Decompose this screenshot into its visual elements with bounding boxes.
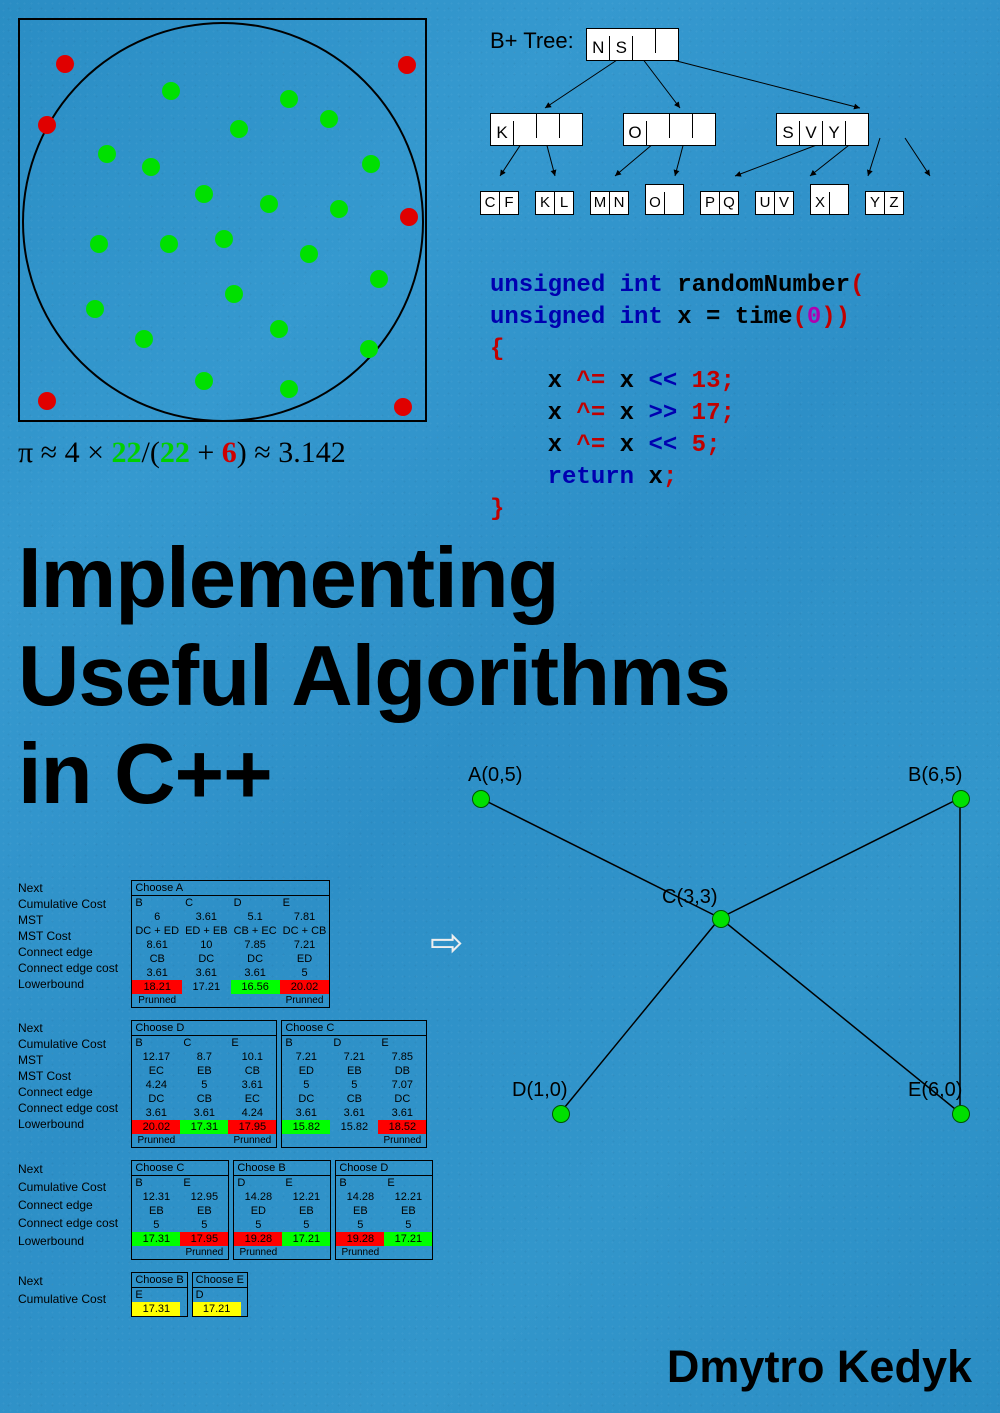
green-dot (160, 235, 178, 253)
btree-node: K (490, 113, 583, 146)
green-dot (195, 185, 213, 203)
bb-row-labels: NextCumulative CostConnect edgeConnect e… (18, 1160, 128, 1250)
red-dot (56, 55, 74, 73)
monte-carlo-diagram: π ≈ 4 × 22/(22 + 6) ≈ 3.142 (18, 18, 427, 470)
graph-node (712, 910, 730, 928)
btree-node: O (645, 184, 684, 215)
green-dot (225, 285, 243, 303)
green-dot (135, 330, 153, 348)
green-dot (330, 200, 348, 218)
green-dot (300, 245, 318, 263)
graph-diagram: A(0,5) B(6,5) C(3,3) D(1,0) E(6,0) (460, 760, 980, 1150)
green-dot (260, 195, 278, 213)
green-dot (142, 158, 160, 176)
green-dot (98, 145, 116, 163)
green-dot (90, 235, 108, 253)
green-dot (280, 90, 298, 108)
red-dot (400, 208, 418, 226)
graph-node (552, 1105, 570, 1123)
graph-node-label: C(3,3) (662, 886, 718, 909)
green-dot (230, 120, 248, 138)
graph-node-label: D(1,0) (512, 1079, 568, 1102)
mc-circle (22, 22, 424, 422)
btree-node: MN (590, 191, 629, 215)
bb-table: Choose ED17.21 (192, 1272, 248, 1317)
green-dot (360, 340, 378, 358)
green-dot (162, 82, 180, 100)
red-dot (398, 56, 416, 74)
green-dot (215, 230, 233, 248)
btree-diagram: B+ Tree: NS KOSVY CFKLMNOPQUVXYZ (490, 28, 980, 215)
btree-node: CF (480, 191, 519, 215)
bb-row-labels: NextCumulative CostMSTMST CostConnect ed… (18, 880, 128, 992)
green-dot (280, 380, 298, 398)
red-dot (38, 392, 56, 410)
graph-node-label: E(6,0) (908, 1079, 962, 1102)
btree-node: PQ (700, 191, 739, 215)
graph-node (952, 790, 970, 808)
btree-label: B+ Tree: (490, 28, 574, 54)
green-dot (362, 155, 380, 173)
pi-formula: π ≈ 4 × 22/(22 + 6) ≈ 3.142 (18, 436, 427, 470)
graph-node-label: B(6,5) (908, 764, 962, 787)
graph-node (952, 1105, 970, 1123)
bb-table: Choose BDE14.2812.21EDEB5519.2817.21Prun… (233, 1160, 331, 1260)
green-dot (320, 110, 338, 128)
btree-root: NS (586, 28, 679, 61)
btree-node: SVY (776, 113, 869, 146)
bb-row-labels: NextCumulative Cost (18, 1272, 128, 1308)
branch-bound-tables: NextCumulative CostMSTMST CostConnect ed… (18, 880, 437, 1323)
bb-table: Choose BE17.31 (131, 1272, 187, 1317)
green-dot (370, 270, 388, 288)
green-dot (195, 372, 213, 390)
btree-node: O (623, 113, 716, 146)
code-snippet: unsigned int randomNumber( unsigned int … (490, 270, 864, 526)
mc-square (18, 18, 427, 422)
bb-table: Choose DBE14.2812.21EBEB5519.2817.21Prun… (335, 1160, 433, 1260)
green-dot (86, 300, 104, 318)
graph-node (472, 790, 490, 808)
red-dot (394, 398, 412, 416)
red-dot (38, 116, 56, 134)
graph-node-label: A(0,5) (468, 764, 522, 787)
bb-row-labels: NextCumulative CostMSTMST CostConnect ed… (18, 1020, 128, 1132)
bb-table: Choose CBDE7.217.217.85EDEBDB557.07DCCBD… (281, 1020, 427, 1148)
bb-table: Choose CBE12.3112.95EBEB5517.3117.95Prun… (131, 1160, 229, 1260)
green-dot (270, 320, 288, 338)
btree-node: UV (755, 191, 794, 215)
btree-node: YZ (865, 191, 904, 215)
btree-node: KL (535, 191, 574, 215)
bb-table: Choose DBCE12.178.710.1ECEBCB4.2453.61DC… (131, 1020, 277, 1148)
btree-node: X (810, 184, 849, 215)
bb-table: Choose ABCDE63.615.17.81DC + EDED + EBCB… (131, 880, 330, 1008)
author-name: Dmytro Kedyk (667, 1341, 972, 1393)
